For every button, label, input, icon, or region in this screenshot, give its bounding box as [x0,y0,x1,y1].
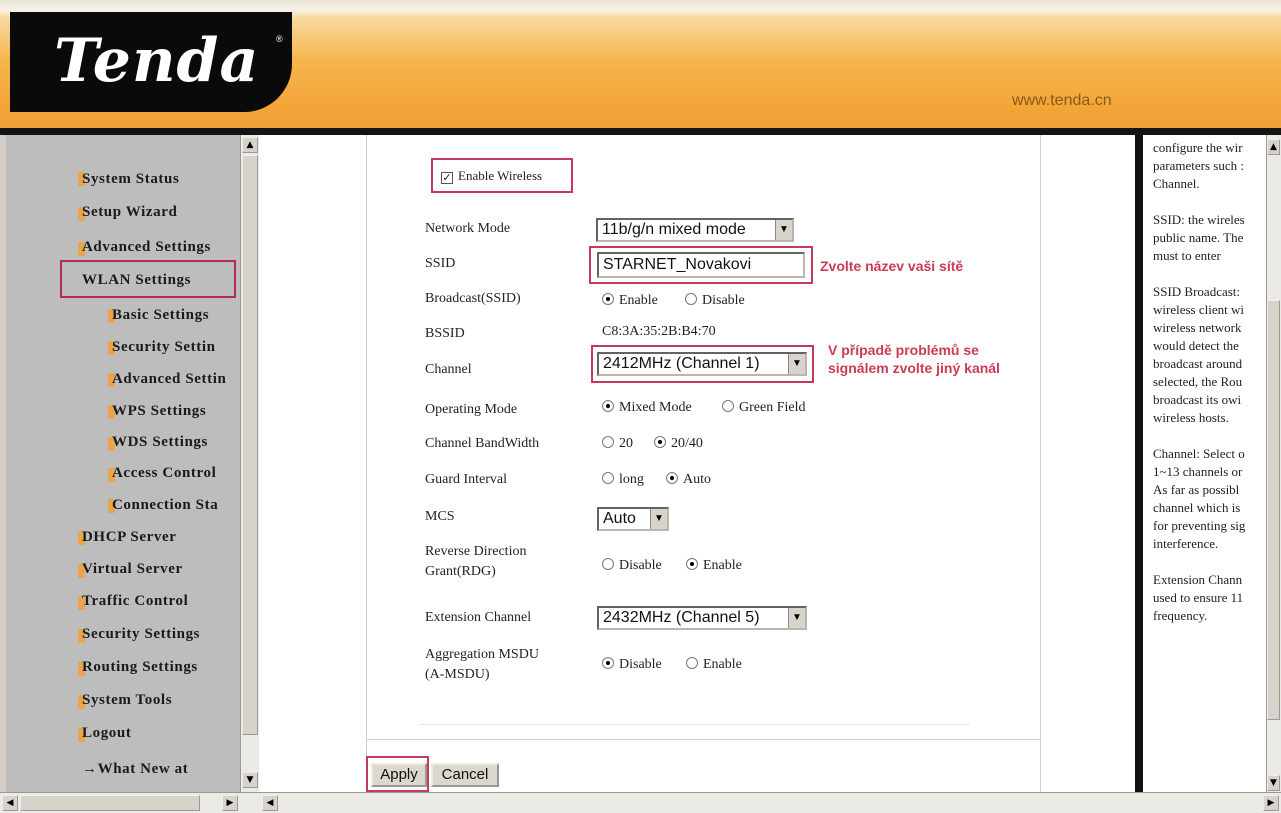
ssid-input[interactable]: STARNET_Novakovi [597,252,805,278]
bssid-label: BSSID [425,326,465,341]
guard-interval-label: Guard Interval [425,472,508,487]
bandwidth-20-radio[interactable]: 20 [602,436,633,452]
scroll-right-icon[interactable]: ▶ [1263,795,1279,811]
checkmark-icon: ✓ [441,171,453,184]
channel-bandwidth-label: Channel BandWidth [425,436,540,451]
bssid-value: C8:3A:35:2B:B4:70 [602,324,716,339]
enable-wireless-checkbox[interactable]: ✓ Enable Wireless [441,168,542,184]
mixed-mode-radio[interactable]: Mixed Mode [602,400,692,416]
channel-select[interactable]: 2412MHz (Channel 1) ▼ [597,352,807,376]
left-nav-frame: System Status Setup Wizard Advanced Sett… [6,135,259,792]
nav-connection-status[interactable]: Connection Sta [112,497,218,514]
enable-wireless-label: Enable Wireless [458,168,543,183]
scroll-right-icon[interactable]: ▶ [222,795,238,811]
nav-dhcp-server[interactable]: DHCP Server [82,529,177,546]
network-mode-value: 11b/g/n mixed mode [602,221,746,238]
mcs-value: Auto [603,510,636,527]
dropdown-arrow-icon: ▼ [650,509,667,529]
nav-setup-wizard[interactable]: Setup Wizard [82,204,177,221]
scroll-up-icon[interactable]: ▲ [1267,139,1280,155]
network-mode-select[interactable]: 11b/g/n mixed mode ▼ [596,218,794,242]
guard-long-radio[interactable]: long [602,472,644,488]
left-vertical-scrollbar[interactable]: ▲ ▼ [240,135,259,792]
nav-routing-settings[interactable]: Routing Settings [82,659,198,676]
amsdu-disable-radio[interactable]: Disable [602,657,662,673]
extension-channel-label: Extension Channel [425,610,532,625]
logo-text: Tenda [54,26,260,96]
nav-basic-settings[interactable]: Basic Settings [112,307,209,324]
nav-system-tools[interactable]: System Tools [82,692,172,709]
rdg-enable-radio[interactable]: Enable [686,558,742,574]
nav-what-new[interactable]: →What New at [82,761,188,778]
apply-button[interactable]: Apply [371,763,427,787]
dropdown-arrow-icon: ▼ [788,354,805,374]
nav-wds-settings[interactable]: WDS Settings [112,434,208,451]
mcs-label: MCS [425,509,455,524]
amsdu-enable-radio[interactable]: Enable [686,657,742,673]
rdg-label: Reverse Direction Grant(RDG) [425,544,527,579]
channel-value: 2412MHz (Channel 1) [603,355,760,372]
nav-security-settings[interactable]: Security Settin [112,339,216,356]
nav-advanced-wlan-settings[interactable]: Advanced Settin [112,371,226,388]
green-field-radio[interactable]: Green Field [722,400,805,416]
site-url: www.tenda.cn [1012,92,1112,109]
scroll-left-icon[interactable]: ◀ [2,795,18,811]
cancel-button[interactable]: Cancel [431,763,499,787]
channel-label: Channel [425,362,472,377]
nav-advanced-settings[interactable]: Advanced Settings [82,239,211,256]
dropdown-arrow-icon: ▼ [788,608,805,628]
nav-traffic-control[interactable]: Traffic Control [82,593,188,610]
network-mode-label: Network Mode [425,221,511,236]
left-hscroll-thumb[interactable] [20,795,200,811]
scroll-up-icon[interactable]: ▲ [242,137,258,153]
channel-note-line1: V případě problémů se [828,342,979,358]
mcs-select[interactable]: Auto ▼ [597,507,669,531]
broadcast-ssid-label: Broadcast(SSID) [425,291,521,306]
extension-channel-value: 2432MHz (Channel 5) [603,609,760,626]
broadcast-enable-radio[interactable]: Enable [602,293,658,309]
scroll-down-icon[interactable]: ▼ [1267,775,1280,791]
bandwidth-2040-radio[interactable]: 20/40 [654,436,703,452]
ssid-note: Zvolte název vaši sítě [820,258,964,274]
nav-security-settings-main[interactable]: Security Settings [82,626,200,643]
extension-channel-select[interactable]: 2432MHz (Channel 5) ▼ [597,606,807,630]
rdg-disable-radio[interactable]: Disable [602,558,662,574]
nav-system-status[interactable]: System Status [82,171,179,188]
dropdown-arrow-icon: ▼ [775,220,792,240]
channel-note-line2: signálem zvolte jiný kanál [828,360,1000,376]
nav-access-control[interactable]: Access Control [112,465,216,482]
nav-virtual-server[interactable]: Virtual Server [82,561,183,578]
guard-auto-radio[interactable]: Auto [666,472,711,488]
scroll-down-icon[interactable]: ▼ [242,772,258,788]
wlan-settings-highlight [60,260,236,298]
broadcast-disable-radio[interactable]: Disable [685,293,745,309]
operating-mode-label: Operating Mode [425,402,518,417]
scroll-left-icon[interactable]: ◀ [262,795,278,811]
header-banner: Tenda ® www.tenda.cn [0,0,1281,135]
left-scroll-thumb[interactable] [242,155,258,735]
tenda-logo: Tenda ® [10,12,292,112]
help-scroll-thumb[interactable] [1267,300,1280,720]
registered-mark: ® [276,34,283,44]
ssid-label: SSID [425,256,456,271]
amsdu-label: Aggregation MSDU (A-MSDU) [425,647,539,682]
nav-logout[interactable]: Logout [82,725,131,742]
horizontal-scrollbar[interactable]: ◀ ▶ ◀ ▶ [0,792,1281,813]
nav-wps-settings[interactable]: WPS Settings [112,403,206,420]
